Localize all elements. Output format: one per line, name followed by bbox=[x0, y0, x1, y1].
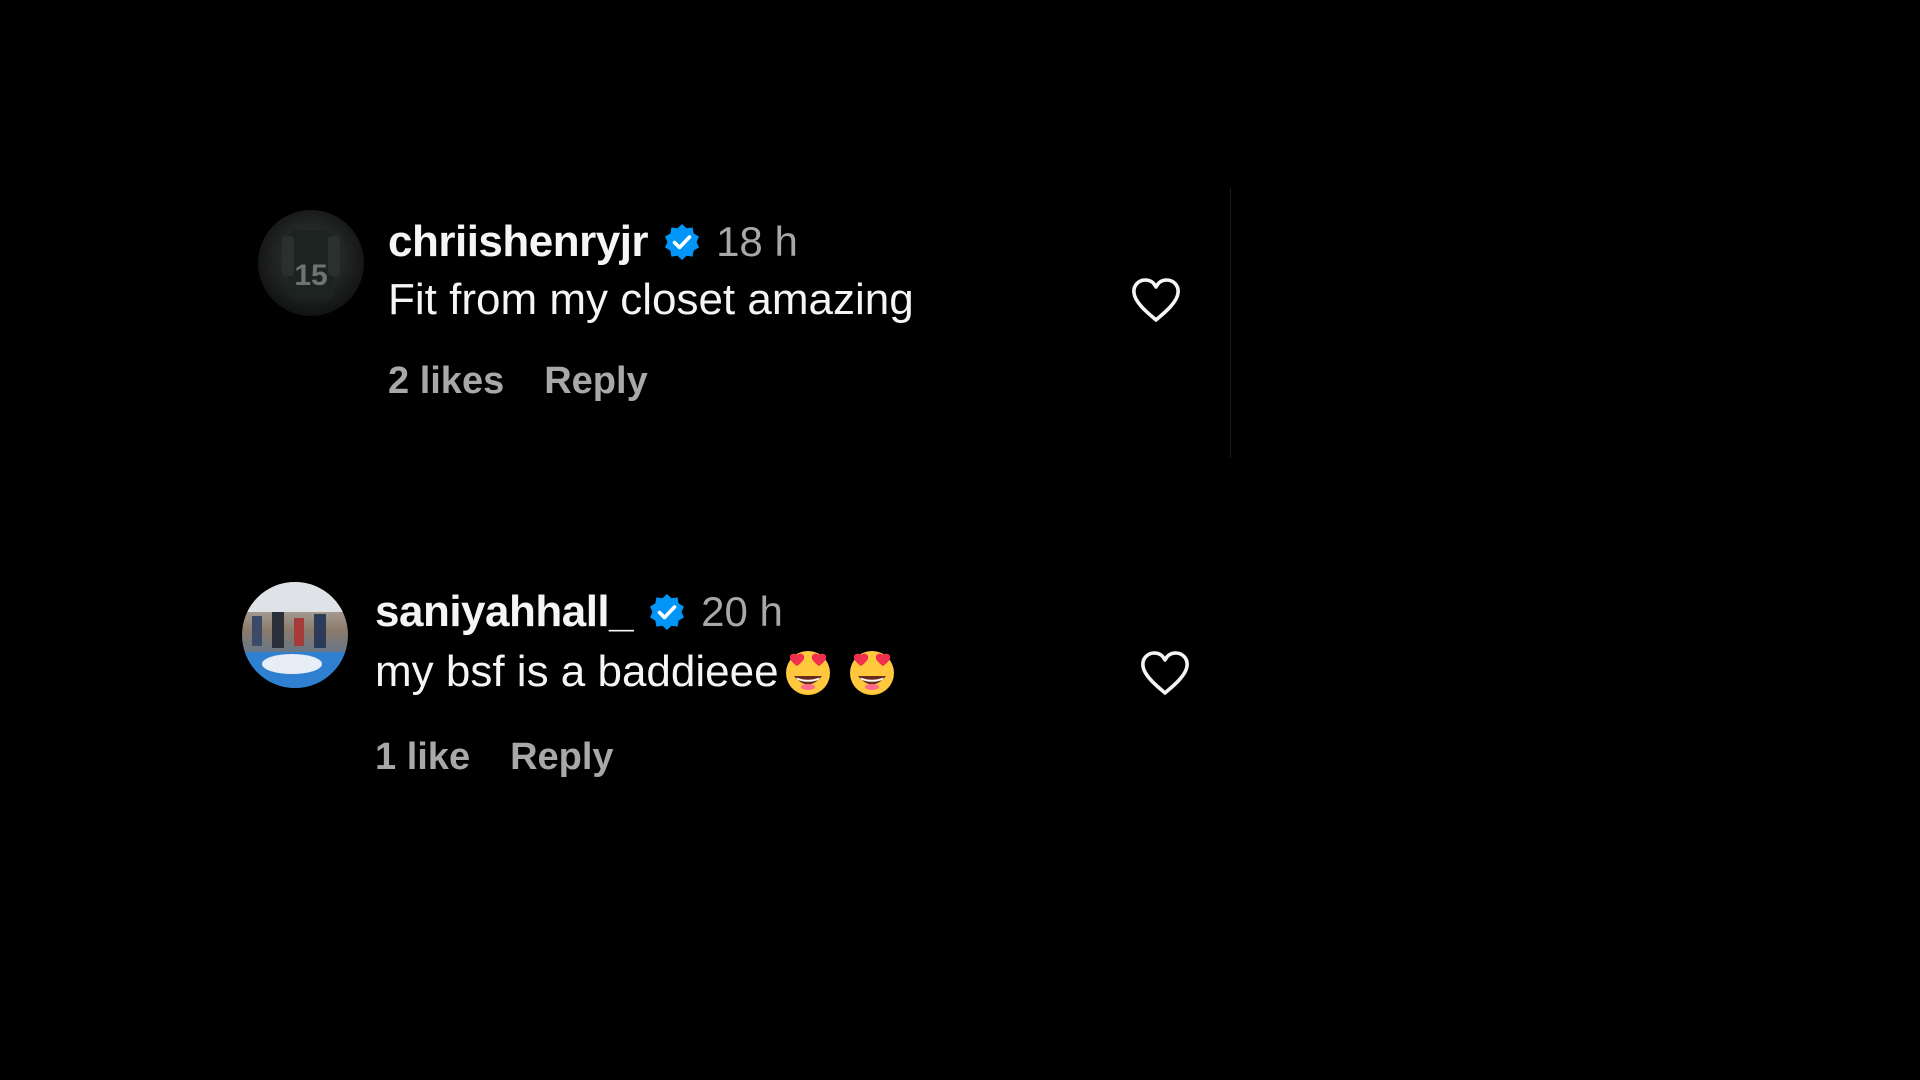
username[interactable]: chriishenryjr bbox=[388, 217, 649, 267]
comment-text-body: Fit from my closet amazing bbox=[388, 275, 914, 324]
comment-text: my bsf is a baddieee bbox=[375, 644, 897, 700]
heart-eyes-emoji-icon bbox=[847, 647, 897, 697]
comment-text-body: my bsf is a baddieee bbox=[375, 647, 779, 696]
comment-meta: 2 likes Reply bbox=[388, 356, 648, 406]
like-count[interactable]: 2 likes bbox=[388, 360, 504, 403]
comment-text: Fit from my closet amazing bbox=[388, 272, 914, 328]
avatar-jersey-number: 15 bbox=[294, 259, 327, 292]
comment-time: 20 h bbox=[701, 588, 783, 635]
reply-button[interactable]: Reply bbox=[544, 360, 647, 403]
comment-time: 18 h bbox=[716, 218, 798, 265]
heart-eyes-emoji-icon bbox=[783, 647, 833, 697]
comments-view: 15 chriishenryjr 18 h Fit from my closet… bbox=[0, 0, 1920, 1080]
verified-badge-icon bbox=[647, 592, 687, 632]
reply-button[interactable]: Reply bbox=[510, 736, 613, 779]
comment-header: saniyahhall_ 20 h bbox=[375, 584, 783, 640]
verified-badge-icon bbox=[662, 222, 702, 262]
panel-divider bbox=[1230, 188, 1231, 458]
comment-header: chriishenryjr 18 h bbox=[388, 214, 798, 270]
avatar[interactable] bbox=[242, 582, 348, 688]
like-count[interactable]: 1 like bbox=[375, 736, 470, 779]
avatar-image: 15 bbox=[258, 210, 364, 316]
heart-outline-icon[interactable] bbox=[1129, 275, 1183, 325]
heart-outline-icon[interactable] bbox=[1138, 648, 1192, 698]
avatar-image bbox=[242, 582, 348, 688]
comment-meta: 1 like Reply bbox=[375, 732, 614, 782]
username[interactable]: saniyahhall_ bbox=[375, 587, 634, 637]
avatar[interactable]: 15 bbox=[258, 210, 364, 316]
